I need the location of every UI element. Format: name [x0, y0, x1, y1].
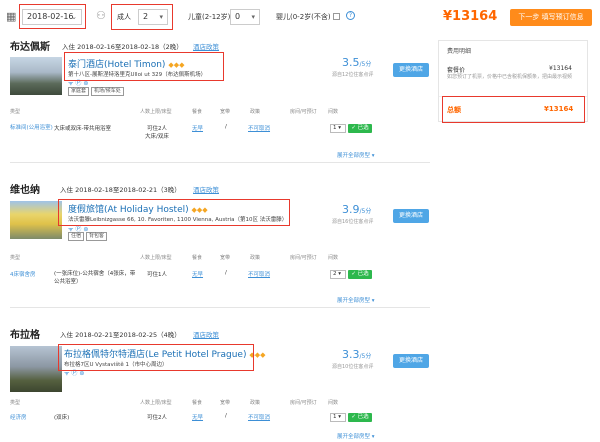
- tag: 家庭套: [68, 87, 90, 96]
- infant-checkbox[interactable]: [333, 13, 340, 20]
- selected-button[interactable]: ✓ 已选: [348, 270, 372, 279]
- share-icon: ⊛: [79, 370, 85, 377]
- room-table-header: 类型 人数上限/床型 餐食 宽带 政策 房间/可预订 间数: [10, 109, 339, 115]
- parking-icon: Ⓟ: [71, 370, 78, 377]
- highlight-hotel: [58, 199, 290, 226]
- selected-button[interactable]: ✓ 已选: [348, 124, 372, 133]
- room-type-link[interactable]: 经济房: [10, 413, 27, 421]
- infant-label: 婴儿(0-2岁(不含): [276, 13, 331, 21]
- broadband: /: [225, 413, 227, 419]
- package-price-value: ¥13164: [549, 65, 572, 72]
- calendar-icon[interactable]: ▦: [6, 10, 16, 23]
- tag: 住宿: [68, 232, 85, 241]
- review-count[interactable]: 源自16位住客点评: [332, 218, 373, 225]
- search-bar: ▦ 2018-02-16 ⌄ ⚇ 成人 2 ▾ 儿童(2-12岁) 0 ▾ 婴儿(0-…: [0, 0, 600, 34]
- room-desc: (双床): [54, 415, 70, 421]
- tag: 机场/候车处: [91, 87, 124, 96]
- next-step-button[interactable]: 下一步 填写预订信息: [510, 9, 592, 26]
- review-count[interactable]: 源自10位住客点评: [332, 363, 373, 370]
- hotel-photo[interactable]: [10, 346, 62, 392]
- price-note: 如您预订了机票，价格中已含税机保额条，把由最示视频: [447, 74, 573, 80]
- room-qty-select[interactable]: 1 ▾: [330, 124, 346, 133]
- cancel-policy-link[interactable]: 不可取消: [248, 413, 270, 421]
- room-desc: 大床或双床-带共用浴室: [54, 126, 111, 132]
- share-icon: ⊛: [83, 80, 89, 87]
- children-select[interactable]: 0 ▾: [230, 9, 260, 25]
- room-table-header: 类型 人数上限/床型 餐食 宽带 政策 房间/可预订 间数: [10, 400, 339, 406]
- person-icon: ⚇: [96, 9, 106, 22]
- tag: 背包客: [86, 232, 108, 241]
- broadband: /: [225, 270, 227, 276]
- children-label: 儿童(2-12岁): [188, 13, 231, 21]
- broadband: /: [225, 124, 227, 130]
- hotel-policy-link[interactable]: 酒店政策: [193, 329, 219, 339]
- highlight-hotel: [64, 52, 224, 81]
- expand-rooms-link[interactable]: 展开全部房型 ▾: [337, 296, 375, 304]
- room-bed: 大床/双床: [145, 134, 169, 140]
- hotel-score: 3.3/5分: [342, 348, 372, 361]
- wifi-icon: ᯤ: [64, 370, 70, 377]
- change-hotel-button[interactable]: 更换酒店: [393, 354, 429, 368]
- expand-rooms-link[interactable]: 展开全部房型 ▾: [337, 151, 375, 159]
- expand-rooms-link[interactable]: 展开全部房型 ▾: [337, 432, 375, 440]
- parking-icon: Ⓟ: [75, 80, 82, 87]
- cancel-policy-link[interactable]: 不可取消: [248, 270, 270, 278]
- city-title: 布达佩斯: [10, 42, 50, 53]
- room-capacity: 可住2人: [147, 126, 167, 132]
- meal-link[interactable]: 无早: [192, 124, 203, 132]
- highlight-adults: [111, 4, 173, 30]
- room-desc: (一张床位)-公共宿舍（4张床，带公共浴室）: [54, 271, 136, 285]
- hotel-policy-link[interactable]: 酒店政策: [193, 41, 219, 51]
- room-table-header: 类型 人数上限/床型 餐食 宽带 政策 房间/可预订 间数: [10, 255, 339, 261]
- panel-title: 费用明细: [447, 48, 472, 55]
- hotel-tags: 家庭套 机场/候车处: [68, 87, 126, 96]
- room-qty-select[interactable]: 2 ▾: [330, 270, 346, 279]
- room-qty-select[interactable]: 1 ▾: [330, 413, 346, 422]
- help-icon[interactable]: ?: [346, 11, 355, 20]
- section-divider: [10, 162, 430, 163]
- wifi-icon: ᯤ: [68, 80, 74, 87]
- hotel-policy-link[interactable]: 酒店政策: [193, 184, 219, 194]
- stay-dates: 入住 2018-02-16至2018-02-18（2晚）: [62, 43, 183, 51]
- hotel-photo[interactable]: [10, 201, 62, 239]
- hotel-score: 3.9/5分: [342, 203, 372, 216]
- section-divider: [10, 307, 430, 308]
- meal-link[interactable]: 无早: [192, 413, 203, 421]
- selected-button[interactable]: ✓ 已选: [348, 413, 372, 422]
- hotel-tags: 住宿 背包客: [68, 232, 109, 241]
- city-title: 维也纳: [10, 185, 40, 196]
- room-capacity: 可住2人: [147, 415, 167, 421]
- room-type-link[interactable]: 4床宿舍房: [10, 270, 36, 278]
- highlight-hotel: [58, 344, 254, 371]
- city-title: 布拉格: [10, 330, 40, 341]
- cancel-policy-link[interactable]: 不可取消: [248, 124, 270, 132]
- stay-dates: 入住 2018-02-18至2018-02-21（3晚）: [60, 186, 181, 194]
- stay-dates: 入住 2018-02-21至2018-02-25（4晚）: [60, 331, 181, 339]
- room-type-link[interactable]: 标准间(公用浴室): [10, 124, 55, 132]
- room-capacity: 可住1人: [147, 272, 167, 278]
- hotel-score: 3.5/5分: [342, 56, 372, 69]
- hotel-photo[interactable]: [10, 57, 62, 95]
- chevron-down-icon: ▾: [251, 13, 255, 21]
- meal-link[interactable]: 无早: [192, 270, 203, 278]
- total-price: ¥13164: [443, 9, 498, 24]
- change-hotel-button[interactable]: 更换酒店: [393, 63, 429, 77]
- package-price-label: 套餐价: [447, 67, 466, 74]
- change-hotel-button[interactable]: 更换酒店: [393, 209, 429, 223]
- review-count[interactable]: 源自12位住客点评: [332, 71, 373, 78]
- highlight-date: [19, 4, 86, 29]
- highlight-total: [442, 96, 585, 123]
